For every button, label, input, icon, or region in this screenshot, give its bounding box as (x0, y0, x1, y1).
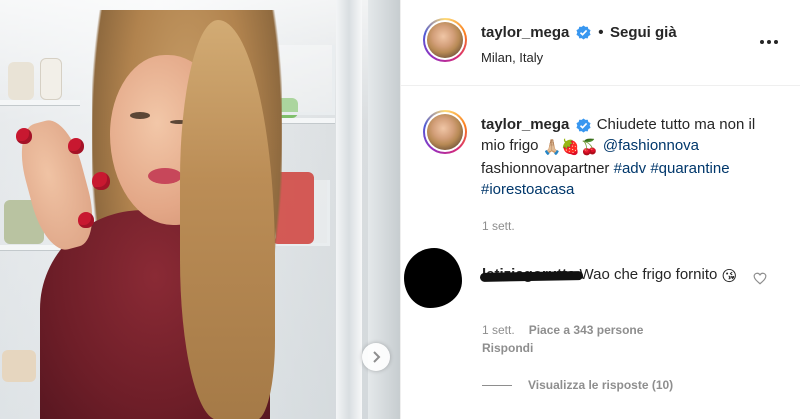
avatar-image (427, 114, 463, 150)
caption-username[interactable]: taylor_mega (481, 116, 569, 133)
eye (130, 112, 150, 119)
heart-outline-icon[interactable] (753, 272, 767, 285)
next-photo-button[interactable] (362, 343, 390, 371)
comment-username[interactable]: letiziagorutta (479, 266, 583, 283)
raspberry (78, 212, 94, 228)
hashtag-link[interactable]: #iorestoacasa (481, 181, 574, 198)
author-username[interactable]: taylor_mega (481, 24, 569, 41)
separator-dot: • (598, 24, 604, 41)
post-location[interactable]: Milan, Italy (481, 50, 543, 65)
lips (148, 168, 182, 184)
raspberry (92, 172, 110, 190)
caption-timestamp[interactable]: 1 sett. (482, 219, 515, 233)
view-replies-button[interactable]: Visualizza le risposte (10) (482, 378, 673, 392)
comment-timestamp[interactable]: 1 sett. (482, 323, 515, 337)
post-side-panel: taylor_mega • Segui già Milan, Italy tay… (400, 0, 800, 419)
fridge-item (40, 58, 62, 100)
mention-link[interactable]: @fashionnova (603, 137, 699, 154)
raspberry (16, 128, 32, 144)
instagram-post: taylor_mega • Segui già Milan, Italy tay… (0, 0, 800, 419)
more-options-button[interactable] (760, 40, 778, 44)
redaction-scribble (479, 271, 583, 282)
fridge-item (8, 62, 34, 100)
verified-badge-icon (576, 118, 591, 133)
post-header: taylor_mega • Segui già Milan, Italy (401, 0, 800, 86)
raspberry (68, 138, 84, 154)
comment-meta: 1 sett. Piace a 343 persone (482, 323, 643, 337)
fridge-shelf (0, 245, 60, 251)
avatar-image (427, 22, 463, 58)
caption: taylor_mega Chiudete tutto ma non il mio… (481, 114, 781, 200)
fridge-door-edge (336, 0, 362, 419)
hashtag-link[interactable]: #adv (614, 160, 647, 177)
redacted-avatar (404, 248, 462, 308)
caption-emojis: 🙏🏼🍓🍒 (542, 139, 599, 156)
follow-status-button[interactable]: Segui già (610, 24, 677, 41)
comment-likes[interactable]: Piace a 343 persone (529, 323, 644, 337)
fridge-item (2, 350, 36, 382)
post-photo[interactable] (0, 0, 400, 419)
author-avatar[interactable] (423, 18, 467, 62)
comment-text: Wao che frigo fornito (579, 266, 718, 283)
caption-avatar[interactable] (423, 110, 467, 154)
more-options-icon (760, 40, 764, 44)
comment-emoji: 😘 (721, 268, 738, 285)
comment-body: letiziagorutta Wao che frigo fornito 😘 (479, 264, 742, 288)
chevron-right-icon (373, 351, 381, 363)
verified-badge-icon (576, 25, 591, 40)
view-replies-label: Visualizza le risposte (10) (528, 378, 674, 392)
reply-button[interactable]: Rispondi (482, 341, 533, 355)
hashtag-link[interactable]: #quarantine (650, 160, 729, 177)
comment: letiziagorutta Wao che frigo fornito 😘 (401, 248, 800, 318)
fridge-shelf (0, 100, 80, 106)
replies-line (482, 384, 512, 386)
caption-text-partner: fashionnovapartner (481, 160, 610, 177)
